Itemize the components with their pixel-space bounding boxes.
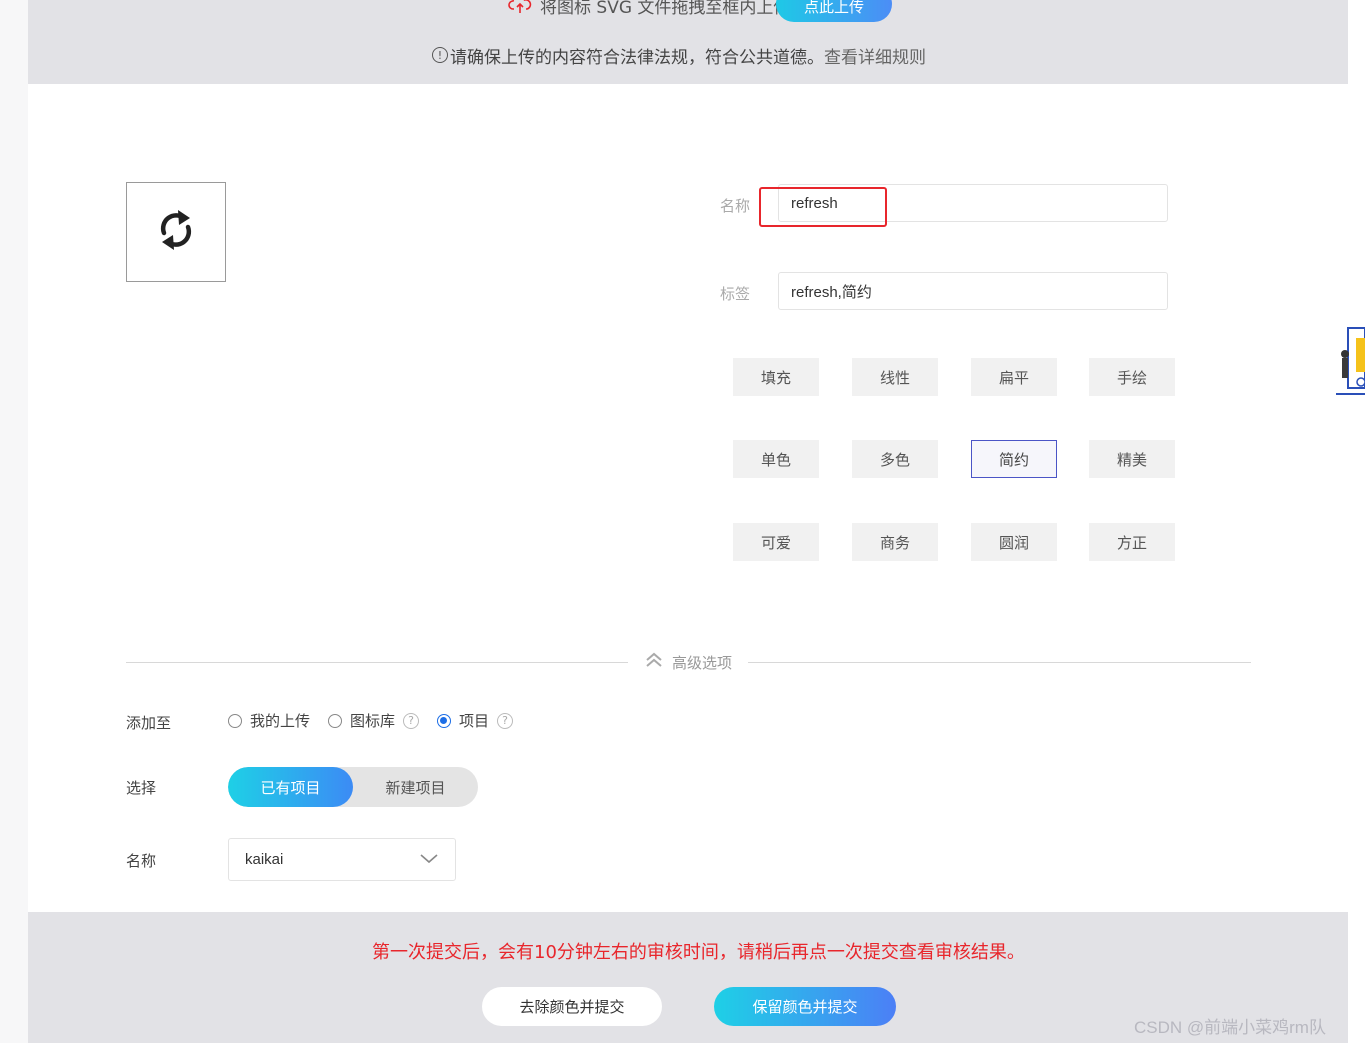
remove-color-submit-button[interactable]: 去除颜色并提交 <box>482 987 662 1026</box>
radio-label: 我的上传 <box>250 712 311 730</box>
keep-color-submit-button[interactable]: 保留颜色并提交 <box>714 987 896 1026</box>
double-chevron-up-icon <box>644 651 664 673</box>
advanced-options-toggle[interactable]: 高级选项 <box>644 650 732 674</box>
upload-button[interactable]: 点此上传 <box>776 0 892 22</box>
existing-project-button[interactable]: 已有项目 <box>228 767 353 807</box>
tag-button[interactable]: 扁平 <box>971 358 1057 396</box>
radio-button[interactable] <box>328 713 343 728</box>
radio-project[interactable]: 项目 ? <box>437 710 514 731</box>
upload-hint: 将图标 SVG 文件拖拽至框内上传 <box>508 0 790 20</box>
help-icon[interactable]: ? <box>497 712 514 729</box>
refresh-icon <box>156 206 196 258</box>
tag-button[interactable]: 多色 <box>852 440 938 478</box>
watermark: CSDN @前端小菜鸡rm队 <box>1134 1018 1326 1037</box>
tag-button[interactable]: 手绘 <box>1089 358 1175 396</box>
floating-helper-icon[interactable] <box>1336 326 1365 396</box>
project-type-toggle: 已有项目 新建项目 <box>228 767 478 807</box>
new-project-button[interactable]: 新建项目 <box>353 767 478 807</box>
upload-hint-text: 将图标 SVG 文件拖拽至框内上传 <box>540 0 791 18</box>
divider <box>126 662 628 663</box>
upload-area[interactable]: 将图标 SVG 文件拖拽至框内上传 点此上传 ! 请确保上传的内容符合法律法规，… <box>28 0 1348 84</box>
icon-tags-input[interactable]: refresh,简约 <box>778 272 1168 310</box>
notice-text: 请确保上传的内容符合法律法规，符合公共道德。 <box>450 47 824 68</box>
cloud-upload-icon <box>508 0 532 15</box>
radio-icon-library[interactable]: 图标库 ? <box>328 710 420 731</box>
select-label: 选择 <box>126 779 157 797</box>
project-select[interactable]: kaikai <box>228 838 456 881</box>
radio-button[interactable] <box>228 713 242 728</box>
add-to-label: 添加至 <box>126 714 172 732</box>
name-field-label: 名称 <box>720 197 751 215</box>
radio-my-uploads[interactable]: 我的上传 <box>228 710 310 731</box>
radio-button[interactable] <box>437 713 452 728</box>
info-icon: ! <box>432 47 448 63</box>
review-warning: 第一次提交后，会有10分钟左右的审核时间，请稍后再点一次提交查看审核结果。 <box>372 942 1025 963</box>
chevron-down-icon <box>419 851 439 868</box>
tag-button[interactable]: 单色 <box>733 440 819 478</box>
project-select-value: kaikai <box>245 851 284 868</box>
tag-button[interactable]: 填充 <box>733 358 819 396</box>
project-name-label: 名称 <box>126 852 157 870</box>
rules-link[interactable]: 查看详细规则 <box>824 43 926 68</box>
icon-preview <box>126 182 226 282</box>
divider <box>748 662 1251 663</box>
tag-button[interactable]: 线性 <box>852 358 938 396</box>
tag-button[interactable]: 简约 <box>971 440 1057 478</box>
tag-button[interactable]: 精美 <box>1089 440 1175 478</box>
left-gutter <box>0 0 28 1043</box>
right-gutter <box>1348 0 1365 1043</box>
help-icon[interactable]: ? <box>403 712 420 729</box>
add-to-radio-group: 我的上传 图标库 ? 项目 ? <box>228 710 531 731</box>
tag-button[interactable]: 圆润 <box>971 523 1057 561</box>
tag-button[interactable]: 方正 <box>1089 523 1175 561</box>
tag-button[interactable]: 商务 <box>852 523 938 561</box>
radio-label: 图标库 <box>350 712 396 730</box>
advanced-options-label: 高级选项 <box>672 653 733 672</box>
radio-label: 项目 <box>459 712 490 730</box>
tag-button[interactable]: 可爱 <box>733 523 819 561</box>
name-highlight-box <box>759 187 887 227</box>
upload-notice: ! 请确保上传的内容符合法律法规，符合公共道德。 查看详细规则 <box>432 42 926 68</box>
tags-field-label: 标签 <box>720 285 751 303</box>
